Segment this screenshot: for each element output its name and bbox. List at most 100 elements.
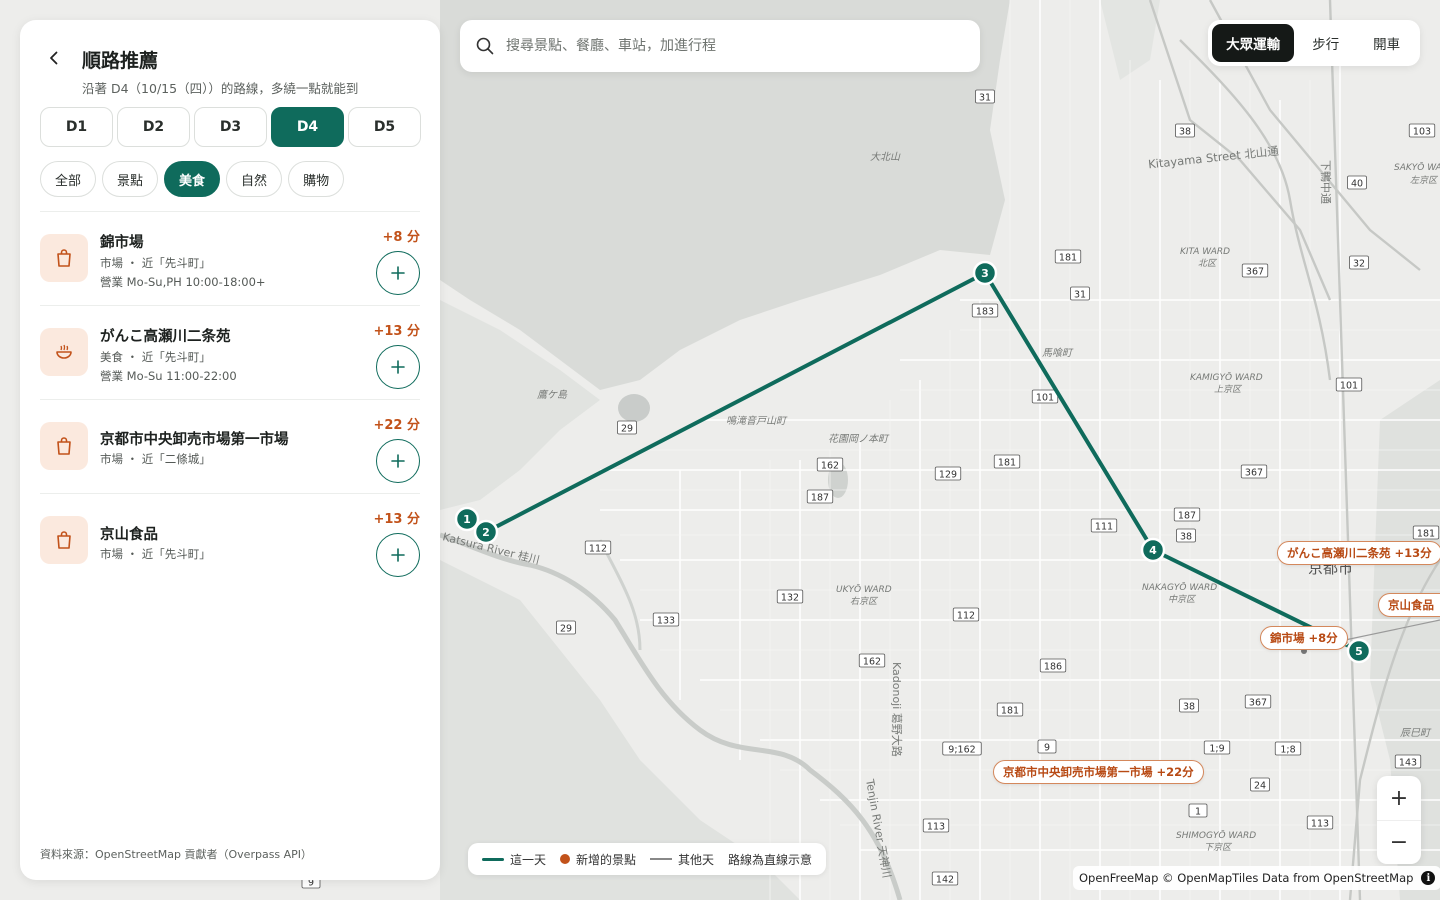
zoom-in-button[interactable]: + — [1377, 776, 1421, 820]
legend-other-days: 其他天 — [678, 852, 715, 867]
svg-text:367: 367 — [1249, 698, 1267, 709]
place-label: 下京区 — [1204, 842, 1233, 853]
day-tabs: D1 D2 D3 D4 D5 — [40, 107, 421, 147]
road-shield: 40 — [1347, 175, 1367, 190]
page-title: 順路推薦 — [82, 50, 159, 72]
road-shield: 101 — [1031, 389, 1059, 404]
road-shield: 187 — [806, 489, 834, 504]
list-item[interactable]: 京山食品 市場 ・ 近「先斗町」 +13 分 — [40, 493, 420, 587]
svg-text:2: 2 — [482, 526, 490, 539]
list-item[interactable]: がんこ高瀬川二条苑 美食 ・ 近「先斗町」 營業 Mo-Su 11:00-22:… — [40, 305, 420, 399]
list-item[interactable]: 錦市場 市場 ・ 近「先斗町」 營業 Mo-Su,PH 10:00-18:00+… — [40, 211, 420, 305]
item-meta: 市場 ・ 近「先斗町」 — [100, 256, 211, 270]
tab-category-all[interactable]: 全部 — [40, 161, 97, 197]
plus-icon — [391, 266, 405, 280]
tab-d3[interactable]: D3 — [194, 107, 267, 147]
svg-text:181: 181 — [1001, 706, 1019, 717]
tab-d4[interactable]: D4 — [271, 107, 344, 147]
map-callout[interactable]: 京都市中央卸売市場第一市場 +22分 — [993, 760, 1204, 784]
category-tabs: 全部 景點 美食 自然 購物 — [40, 161, 345, 197]
svg-text:181: 181 — [1417, 529, 1435, 540]
tab-category-shopping[interactable]: 購物 — [288, 161, 345, 197]
place-label: KITA WARD — [1180, 247, 1230, 257]
road-shield: 29 — [556, 620, 576, 635]
route-stop-marker[interactable]: 4 — [1140, 537, 1166, 563]
back-button[interactable] — [40, 46, 68, 70]
svg-text:4: 4 — [1149, 544, 1157, 557]
road-shield: 129 — [934, 466, 962, 481]
shopping-bag-icon — [40, 234, 88, 282]
road-shield: 181 — [996, 702, 1024, 717]
road-shield: 29 — [617, 420, 637, 435]
tab-d1[interactable]: D1 — [40, 107, 113, 147]
svg-text:24: 24 — [1254, 781, 1266, 792]
place-label: 左京区 — [1410, 175, 1439, 186]
tab-category-nature[interactable]: 自然 — [226, 161, 283, 197]
svg-text:38: 38 — [1179, 127, 1191, 138]
road-shield: 113 — [922, 818, 950, 833]
map-callout[interactable]: 錦市場 +8分 — [1260, 626, 1348, 650]
place-label: 鳴滝音戸山町 — [726, 415, 788, 427]
route-stop-marker[interactable]: 1 — [454, 506, 480, 532]
place-label: NAKAGYŌ WARD — [1142, 582, 1217, 593]
place-label: UKYŌ WARD — [836, 584, 892, 595]
route-line-swatch — [482, 857, 504, 861]
place-label: 馬喰町 — [1042, 347, 1074, 359]
road-shield: 133 — [652, 612, 680, 627]
info-icon[interactable]: i — [1421, 871, 1436, 885]
legend-added: 新增的景點 — [576, 852, 637, 867]
road-shield: 38 — [1176, 528, 1196, 543]
place-label: 中京区 — [1168, 594, 1197, 605]
road-shield: 38 — [1179, 698, 1199, 713]
svg-text:187: 187 — [1178, 511, 1196, 522]
road-shield: 111 — [1090, 518, 1118, 533]
plus-icon — [391, 454, 405, 468]
place-label: 北区 — [1198, 258, 1218, 269]
road-shield: 186 — [1039, 658, 1067, 673]
route-stop-marker[interactable]: 5 — [1346, 638, 1372, 664]
mode-transit[interactable]: 大眾運輸 — [1212, 24, 1295, 62]
svg-text:112: 112 — [589, 544, 607, 555]
map-legend: 這一天 新增的景點 其他天 路線為直線示意 — [468, 843, 827, 875]
road-shield: 143 — [1394, 754, 1422, 769]
place-label: 花園岡ノ本町 — [828, 433, 890, 445]
tab-d5[interactable]: D5 — [348, 107, 421, 147]
search-input[interactable] — [506, 38, 956, 54]
search-bar[interactable] — [460, 20, 980, 72]
road-shield: 181 — [1054, 249, 1082, 264]
add-to-trip-button[interactable] — [376, 533, 420, 577]
road-shield: 113 — [1306, 815, 1334, 830]
mode-walk[interactable]: 步行 — [1296, 24, 1355, 62]
recommendation-list: 錦市場 市場 ・ 近「先斗町」 營業 Mo-Su,PH 10:00-18:00+… — [40, 211, 420, 587]
road-shield: 112 — [584, 540, 612, 555]
plus-icon — [391, 548, 405, 562]
route-stop-marker[interactable]: 2 — [473, 519, 499, 545]
road-shield: 142 — [931, 871, 959, 886]
add-to-trip-button[interactable] — [376, 345, 420, 389]
tab-category-food[interactable]: 美食 — [164, 161, 221, 197]
route-stop-marker[interactable]: 3 — [972, 260, 998, 286]
svg-text:113: 113 — [1311, 819, 1329, 830]
zoom-out-button[interactable]: − — [1377, 820, 1421, 864]
svg-text:1: 1 — [1195, 807, 1201, 818]
list-item[interactable]: 京都市中央卸売市場第一市場 市場 ・ 近「二條城」 +22 分 — [40, 399, 420, 493]
map-attribution[interactable]: OpenFreeMap © OpenMapTiles Data from Ope… — [1073, 866, 1440, 890]
road-shield: 9;162 — [942, 741, 982, 756]
attribution-text[interactable]: OpenFreeMap © OpenMapTiles Data from Ope… — [1079, 871, 1413, 885]
add-to-trip-button[interactable] — [376, 251, 420, 295]
road-shield: 38 — [1175, 123, 1195, 138]
mode-drive[interactable]: 開車 — [1357, 24, 1416, 62]
item-name: 錦市場 — [100, 235, 144, 251]
place-label: KAMIGYŌ WARD — [1190, 372, 1263, 383]
road-shield: 9 — [1037, 739, 1057, 754]
svg-text:3: 3 — [981, 267, 989, 280]
search-icon — [476, 37, 494, 55]
tab-d2[interactable]: D2 — [117, 107, 190, 147]
map-callout[interactable]: がんこ高瀬川二条苑 +13分 — [1277, 541, 1440, 565]
svg-text:142: 142 — [936, 875, 954, 886]
map-callout[interactable]: 京山食品 — [1378, 593, 1440, 617]
transport-mode-toggle: 大眾運輸 步行 開車 — [1208, 20, 1420, 66]
svg-text:103: 103 — [1413, 127, 1431, 138]
tab-category-sights[interactable]: 景點 — [102, 161, 159, 197]
add-to-trip-button[interactable] — [376, 439, 420, 483]
